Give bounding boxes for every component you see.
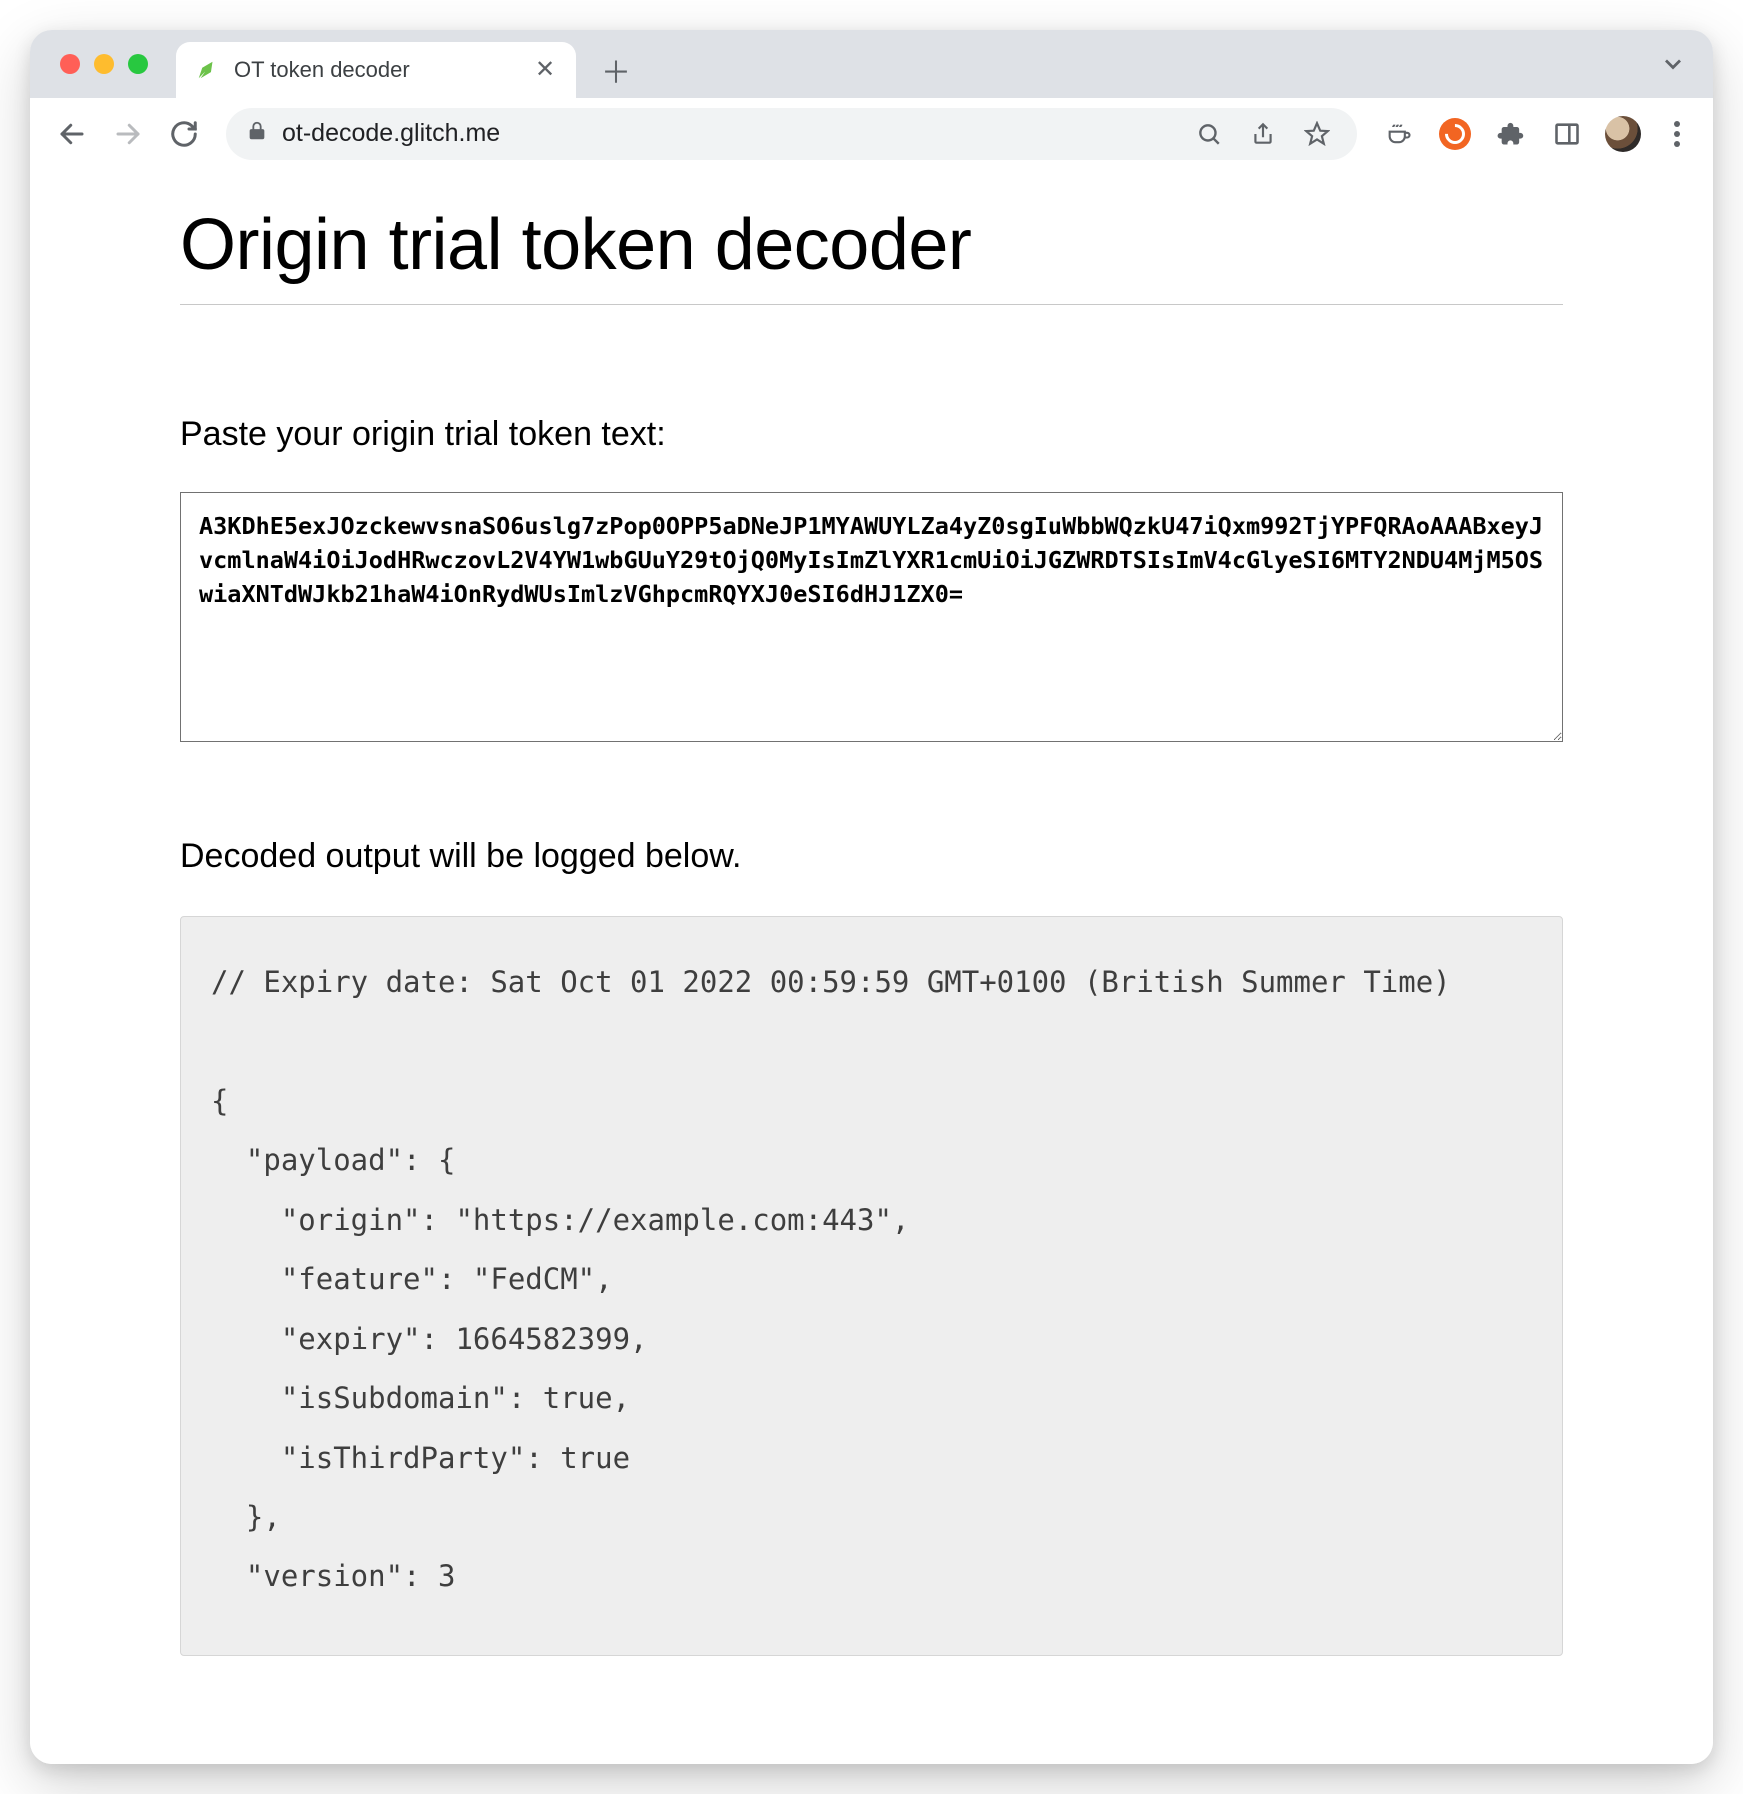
window-minimize-button[interactable] — [94, 54, 114, 74]
tab-strip: OT token decoder ✕ ＋ — [30, 30, 1713, 98]
browser-window: OT token decoder ✕ ＋ ot-de — [30, 30, 1713, 1764]
back-button[interactable] — [48, 110, 96, 158]
window-controls — [44, 30, 176, 98]
tab-search-button[interactable] — [1659, 50, 1687, 83]
browser-tab[interactable]: OT token decoder ✕ — [176, 42, 576, 98]
toolbar: ot-decode.glitch.me — [30, 98, 1713, 170]
side-panel-icon[interactable] — [1547, 114, 1587, 154]
address-bar[interactable]: ot-decode.glitch.me — [226, 108, 1357, 160]
share-icon[interactable] — [1243, 114, 1283, 154]
page-title: Origin trial token decoder — [180, 204, 1563, 286]
new-tab-button[interactable]: ＋ — [594, 48, 638, 92]
extensions-row — [1371, 114, 1695, 154]
tab-favicon-icon — [194, 57, 220, 83]
tab-close-button[interactable]: ✕ — [532, 57, 558, 83]
search-icon[interactable] — [1189, 114, 1229, 154]
forward-button[interactable] — [104, 110, 152, 158]
paste-token-label: Paste your origin trial token text: — [180, 415, 1563, 454]
window-close-button[interactable] — [60, 54, 80, 74]
profile-avatar[interactable] — [1603, 114, 1643, 154]
output-label: Decoded output will be logged below. — [180, 837, 1563, 876]
url-text: ot-decode.glitch.me — [282, 119, 1175, 148]
window-maximize-button[interactable] — [128, 54, 148, 74]
token-input[interactable] — [180, 492, 1563, 742]
extensions-puzzle-icon[interactable] — [1491, 114, 1531, 154]
reload-button[interactable] — [160, 110, 208, 158]
orange-extension-icon[interactable] — [1435, 114, 1475, 154]
chrome-menu-button[interactable] — [1659, 121, 1695, 147]
page-viewport: Origin trial token decoder Paste your or… — [30, 170, 1713, 1764]
tab-title: OT token decoder — [234, 57, 518, 83]
decoded-output: // Expiry date: Sat Oct 01 2022 00:59:59… — [180, 916, 1563, 1656]
coffee-extension-icon[interactable] — [1379, 114, 1419, 154]
lock-icon — [246, 120, 268, 147]
bookmark-icon[interactable] — [1297, 114, 1337, 154]
divider — [180, 304, 1563, 305]
